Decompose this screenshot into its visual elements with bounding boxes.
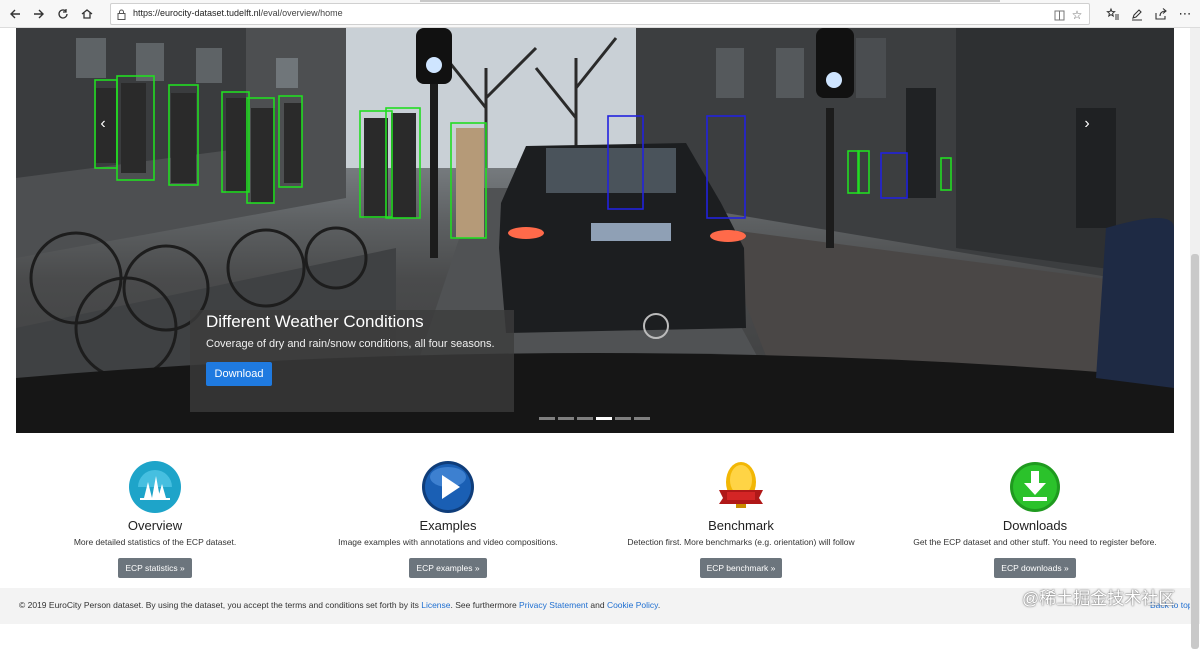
feature-downloads: Downloads Get the ECP dataset and other … (890, 460, 1180, 578)
carousel-prev-button[interactable]: ‹ (93, 114, 113, 134)
feature-description: Get the ECP dataset and other stuff. You… (913, 537, 1157, 547)
footer-text: © 2019 EuroCity Person dataset. By using… (19, 600, 660, 610)
footer-text-middle: . See furthermore (450, 600, 520, 610)
hero-carousel: ‹ › Different Weather Conditions Coverag… (16, 28, 1174, 433)
privacy-statement-link[interactable]: Privacy Statement (519, 600, 588, 610)
feature-title: Examples (419, 518, 477, 533)
download-button[interactable]: Download (206, 362, 272, 386)
watermark-text: @稀土掘金技术社区 (1022, 589, 1176, 608)
download-icon (1010, 462, 1060, 512)
feature-benchmark: Benchmark Detection first. More benchmar… (596, 460, 886, 578)
carousel-indicator[interactable] (634, 417, 650, 420)
overview-icon (129, 461, 181, 513)
back-icon[interactable] (4, 4, 26, 24)
feature-title: Downloads (1002, 518, 1068, 533)
cookie-policy-link[interactable]: Cookie Policy (607, 600, 658, 610)
feature-title: Benchmark (708, 518, 774, 533)
lock-icon (117, 9, 126, 20)
address-bar[interactable]: https://eurocity-dataset.tudelft.nl/eval… (110, 3, 1090, 25)
favorite-star-icon[interactable]: ☆ (1069, 7, 1085, 23)
carousel-next-button[interactable]: › (1077, 114, 1097, 134)
carousel-indicator[interactable] (539, 417, 555, 420)
url-path: /eval/overview/home (260, 8, 343, 18)
home-icon[interactable] (76, 4, 98, 24)
prev-arrow-icon: ‹ (100, 115, 106, 132)
ecp-benchmark-button[interactable]: ECP benchmark » (699, 558, 783, 578)
footer-text-and: and (588, 600, 607, 610)
url-text: https://eurocity-dataset.tudelft.nl/eval… (133, 8, 343, 18)
carousel-indicator-active[interactable] (596, 417, 612, 420)
pen-icon[interactable] (1126, 4, 1148, 24)
carousel-indicators (539, 417, 650, 420)
caption-subtitle: Coverage of dry and rain/snow conditions… (206, 338, 495, 350)
carousel-indicator[interactable] (577, 417, 593, 420)
forward-icon[interactable] (28, 4, 50, 24)
reading-view-icon[interactable] (1051, 7, 1067, 23)
feature-overview: Overview More detailed statistics of the… (10, 460, 300, 578)
page-scrollbar[interactable] (1190, 28, 1200, 649)
carousel-caption: Different Weather Conditions Coverage of… (190, 310, 514, 412)
refresh-icon[interactable] (52, 4, 74, 24)
play-icon (422, 461, 474, 513)
share-icon[interactable] (1150, 4, 1172, 24)
medal-icon (719, 462, 763, 508)
license-link[interactable]: License (421, 600, 450, 610)
feature-title: Overview (127, 518, 183, 533)
carousel-indicator[interactable] (615, 417, 631, 420)
ecp-downloads-button[interactable]: ECP downloads » (994, 558, 1076, 578)
favorites-icon[interactable] (1102, 4, 1124, 24)
ecp-examples-button[interactable]: ECP examples » (409, 558, 487, 578)
feature-description: More detailed statistics of the ECP data… (73, 537, 237, 547)
feature-description: Image examples with annotations and vide… (338, 537, 558, 547)
url-host: https://eurocity-dataset.tudelft.nl (133, 8, 261, 18)
tab-strip-edge (420, 0, 1000, 2)
next-arrow-icon: › (1084, 115, 1090, 132)
caption-title: Different Weather Conditions (206, 312, 424, 331)
carousel-indicator[interactable] (558, 417, 574, 420)
feature-description: Detection first. More benchmarks (e.g. o… (627, 537, 855, 547)
browser-toolbar: https://eurocity-dataset.tudelft.nl/eval… (0, 0, 1200, 28)
scrollbar-thumb[interactable] (1191, 254, 1199, 649)
footer-text-end: . (657, 600, 661, 610)
ecp-statistics-button[interactable]: ECP statistics » (118, 558, 192, 578)
more-icon[interactable]: ⋯ (1174, 4, 1196, 24)
footer: © 2019 EuroCity Person dataset. By using… (0, 588, 1193, 624)
feature-examples: Examples Image examples with annotations… (303, 460, 593, 578)
footer-text-prefix: © 2019 EuroCity Person dataset. By using… (19, 600, 422, 610)
